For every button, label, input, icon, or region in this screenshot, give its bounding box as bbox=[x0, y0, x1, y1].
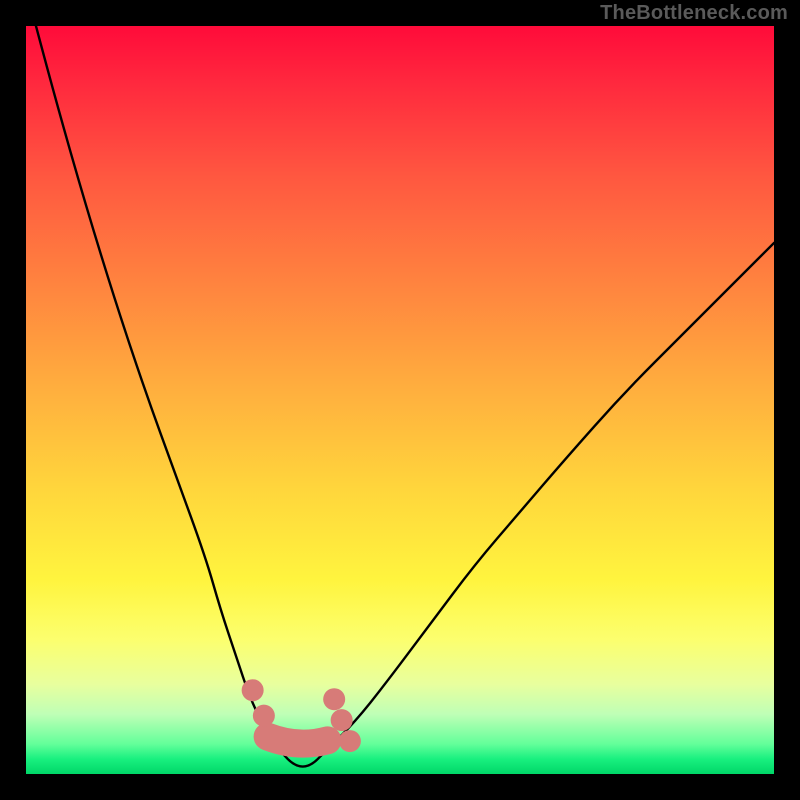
curve-marker-dot bbox=[339, 730, 361, 752]
chart-frame: TheBottleneck.com bbox=[0, 0, 800, 800]
curve-layer bbox=[26, 26, 774, 767]
watermark-text: TheBottleneck.com bbox=[600, 2, 788, 25]
curve-marker-dot bbox=[253, 705, 275, 727]
bottleneck-curve bbox=[26, 26, 774, 767]
curve-marker-dot bbox=[323, 688, 345, 710]
marker-layer bbox=[242, 679, 361, 752]
overlay-svg bbox=[26, 26, 774, 774]
plot-area bbox=[26, 26, 774, 774]
curve-marker-dot bbox=[331, 709, 353, 731]
valley-sausage-marker bbox=[268, 737, 328, 744]
curve-marker-dot bbox=[242, 679, 264, 701]
